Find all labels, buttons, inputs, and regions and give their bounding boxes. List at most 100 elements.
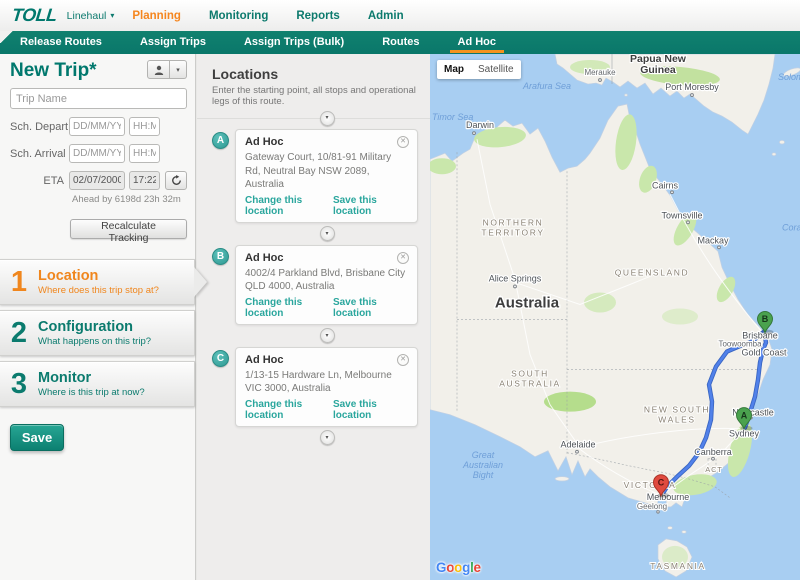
svg-text:A: A [741, 410, 748, 420]
locations-subtitle: Enter the starting point, all stops and … [212, 85, 418, 107]
svg-text:Arafura Sea: Arafura Sea [522, 81, 571, 91]
svg-text:NORTHERN: NORTHERN [483, 217, 544, 227]
svg-text:Townsville: Townsville [662, 210, 703, 220]
stop-card: Ad Hoc ✕ 1/13-15 Hardware Ln, Melbourne … [235, 347, 418, 427]
change-location-link[interactable]: Change this location [245, 399, 333, 421]
eta-label: ETA [10, 175, 64, 187]
subnav-item-ad-hoc[interactable]: Ad Hoc [456, 31, 499, 54]
stop-name: Ad Hoc [245, 252, 284, 264]
svg-text:Darwin: Darwin [466, 120, 494, 130]
svg-text:QUEENSLAND: QUEENSLAND [615, 267, 690, 277]
eta-date-input [69, 171, 125, 190]
depart-label: Sch. Depart [10, 121, 64, 133]
depart-time-input[interactable] [129, 117, 160, 136]
step-1-location[interactable]: 1 Location Where does this trip stop at? [0, 259, 195, 305]
remove-stop-button[interactable]: ✕ [397, 136, 409, 148]
insert-stop-button[interactable]: ▾ [320, 111, 335, 126]
map-type-button[interactable]: Map [437, 60, 471, 79]
satellite-type-button[interactable]: Satellite [471, 60, 521, 79]
map-island [779, 140, 784, 144]
user-button[interactable] [147, 60, 170, 79]
svg-text:AUSTRALIA: AUSTRALIA [499, 379, 561, 389]
svg-text:WALES: WALES [658, 415, 695, 425]
tab-reports[interactable]: Reports [296, 10, 339, 22]
tab-admin[interactable]: Admin [368, 10, 404, 22]
insert-stop-button[interactable]: ▾ [320, 430, 335, 445]
new-trip-title: New Trip* [10, 60, 97, 82]
svg-text:Coral S: Coral S [782, 222, 800, 232]
stop-address: 1/13-15 Hardware Ln, Melbourne VIC 3000,… [245, 369, 409, 396]
svg-text:Merauke: Merauke [584, 68, 616, 77]
stop-card: Ad Hoc ✕ Gateway Court, 10/81-91 Militar… [235, 129, 418, 223]
step-subtitle: Where does this trip stop at? [38, 285, 159, 296]
step-title: Location [38, 268, 159, 284]
step-3-monitor[interactable]: 3 Monitor Where is this trip at now? [0, 361, 195, 407]
svg-text:Mackay: Mackay [698, 235, 729, 245]
chevron-down-icon: ▾ [176, 66, 180, 74]
trip-sidebar: New Trip* ▾ Sch. Depart Sch. Arrival [0, 54, 196, 580]
locations-panel: Locations Enter the starting point, all … [196, 54, 430, 580]
locations-title: Locations [212, 66, 418, 82]
eta-time-input [129, 171, 160, 190]
stop-badge-b: B [212, 248, 229, 265]
org-selector-label: Linehaul [67, 10, 107, 22]
svg-text:Solomon S: Solomon S [778, 72, 800, 82]
map-island [555, 477, 569, 481]
save-button[interactable]: Save [10, 424, 64, 451]
subnav-item-assign-trips-bulk[interactable]: Assign Trips (Bulk) [242, 31, 346, 54]
trip-steps: 1 Location Where does this trip stop at?… [0, 259, 195, 407]
refresh-eta-button[interactable] [165, 171, 187, 190]
svg-text:B: B [762, 314, 769, 324]
map-island [668, 526, 673, 529]
change-location-link[interactable]: Change this location [245, 297, 333, 319]
depart-date-input[interactable] [69, 117, 125, 136]
step-title: Configuration [38, 319, 151, 335]
change-location-link[interactable]: Change this location [245, 195, 333, 217]
eta-status-note: Ahead by 6198d 23h 32m [72, 194, 187, 205]
svg-text:Bight: Bight [473, 470, 494, 480]
stop-address: Gateway Court, 10/81-91 Military Rd, Neu… [245, 151, 409, 192]
subnav-item-routes[interactable]: Routes [380, 31, 421, 54]
svg-text:Australian: Australian [462, 460, 503, 470]
subnav-item-release-routes[interactable]: Release Routes [18, 31, 104, 54]
svg-text:Canberra: Canberra [694, 447, 731, 457]
step-number: 1 [0, 266, 38, 299]
svg-text:ACT: ACT [705, 465, 722, 474]
recalculate-tracking-button[interactable]: Recalculate Tracking [70, 219, 187, 239]
svg-text:Australia: Australia [495, 294, 560, 311]
arrival-date-input[interactable] [69, 144, 125, 163]
map-svg[interactable]: Papua New Guinea Merauke Port Moresby Ar… [430, 54, 800, 580]
save-location-link[interactable]: Save this location [333, 195, 409, 217]
remove-stop-button[interactable]: ✕ [397, 252, 409, 264]
svg-text:Port Moresby: Port Moresby [665, 82, 719, 92]
trip-name-input[interactable] [10, 88, 187, 109]
insert-stop-button[interactable]: ▾ [320, 226, 335, 241]
stop-badge-a: A [212, 132, 229, 149]
svg-text:Gold Coast: Gold Coast [742, 348, 787, 358]
svg-text:NEW SOUTH: NEW SOUTH [644, 405, 710, 415]
org-selector[interactable]: Linehaul ▾ [67, 10, 115, 22]
step-2-configuration[interactable]: 2 Configuration What happens on this tri… [0, 310, 195, 356]
step-subtitle: What happens on this trip? [38, 336, 151, 347]
chevron-down-icon: ▾ [110, 11, 114, 20]
save-location-link[interactable]: Save this location [333, 399, 409, 421]
remove-stop-button[interactable]: ✕ [397, 354, 409, 366]
stop-badge-c: C [212, 350, 229, 367]
svg-text:Alice Springs: Alice Springs [489, 273, 542, 283]
arrival-time-input[interactable] [129, 144, 160, 163]
user-dropdown-button[interactable]: ▾ [170, 60, 187, 79]
map-canvas[interactable]: Papua New Guinea Merauke Port Moresby Ar… [430, 54, 800, 580]
google-attribution[interactable]: Google [436, 560, 481, 575]
svg-text:TERRITORY: TERRITORY [481, 227, 544, 237]
subnav-item-assign-trips[interactable]: Assign Trips [138, 31, 208, 54]
tab-planning[interactable]: Planning [132, 10, 181, 22]
step-subtitle: Where is this trip at now? [38, 387, 145, 398]
main-tabs: Planning Monitoring Reports Admin [132, 10, 403, 22]
tab-monitoring[interactable]: Monitoring [209, 10, 268, 22]
step-title: Monitor [38, 370, 145, 386]
insert-stop-button[interactable]: ▾ [320, 328, 335, 343]
map-type-control: Map Satellite [437, 60, 521, 79]
svg-text:C: C [658, 477, 665, 487]
save-location-link[interactable]: Save this location [333, 297, 409, 319]
map-island [682, 531, 686, 534]
